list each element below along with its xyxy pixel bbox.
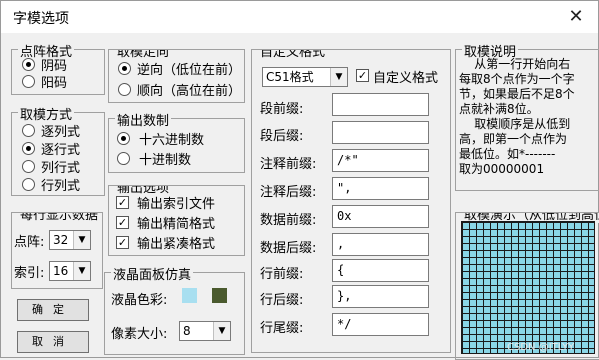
radio-column-row-label: 列行式 bbox=[41, 161, 81, 176]
radio-row-column-label: 行列式 bbox=[41, 179, 81, 194]
check-compact-tight-label: 输出紧凑格式 bbox=[137, 237, 216, 252]
radio-reverse-label: 逆向（低位在前） bbox=[137, 63, 242, 78]
per-line-title: 每行显示数据 bbox=[18, 213, 101, 223]
data-suffix-input[interactable]: , bbox=[332, 233, 429, 256]
radio-by-row[interactable] bbox=[22, 142, 35, 155]
check-index-file[interactable]: ✓ bbox=[116, 196, 129, 209]
radio-by-column-label: 逐列式 bbox=[41, 125, 81, 140]
radio-reverse[interactable] bbox=[118, 62, 131, 75]
custom-format-title: 自定义格式 bbox=[258, 50, 328, 60]
chevron-down-icon: ▼ bbox=[73, 262, 90, 280]
radio-negative[interactable] bbox=[22, 58, 35, 71]
title-bar: 字模选项 ✕ bbox=[1, 1, 598, 33]
chevron-down-icon: ▼ bbox=[73, 231, 90, 249]
radio-by-column[interactable] bbox=[22, 124, 35, 137]
field-label-data-suffix: 数据后缀: bbox=[260, 241, 317, 256]
seg-suffix-input[interactable] bbox=[332, 121, 429, 144]
dot-count-value: 32 bbox=[53, 233, 69, 247]
lcd-color-label: 液晶色彩: bbox=[111, 293, 168, 308]
line-prefix-input[interactable]: { bbox=[332, 259, 429, 282]
ok-button[interactable]: 确定 bbox=[17, 299, 89, 321]
radio-forward[interactable] bbox=[118, 83, 131, 96]
field-label-line-suffix: 行后缀: bbox=[260, 293, 304, 308]
watermark: CSDN @ITLYY bbox=[507, 342, 575, 353]
check-compact-tight[interactable]: ✓ bbox=[116, 236, 129, 249]
radio-row-column[interactable] bbox=[22, 178, 35, 191]
format-select[interactable]: C51格式 ▼ bbox=[262, 67, 348, 87]
scan-demo-grid bbox=[461, 221, 595, 354]
pixel-size-value: 8 bbox=[183, 324, 191, 338]
radio-column-row[interactable] bbox=[22, 160, 35, 173]
radio-positive[interactable] bbox=[22, 75, 35, 88]
field-label-data-prefix: 数据前缀: bbox=[260, 213, 317, 228]
index-count-select[interactable]: 16 ▼ bbox=[49, 261, 91, 281]
dot-count-select[interactable]: 32 ▼ bbox=[49, 230, 91, 250]
dot-count-label: 点阵: bbox=[14, 235, 45, 250]
comment-suffix-input[interactable]: ", bbox=[332, 177, 429, 200]
window-title: 字模选项 bbox=[13, 11, 69, 27]
pixel-size-label: 像素大小: bbox=[111, 327, 168, 342]
lcd-background-swatch[interactable] bbox=[182, 288, 197, 303]
seg-prefix-input[interactable] bbox=[332, 93, 429, 116]
check-compact-simple[interactable]: ✓ bbox=[116, 216, 129, 229]
radio-by-row-label: 逐行式 bbox=[41, 143, 81, 158]
check-compact-simple-label: 输出精简格式 bbox=[137, 217, 216, 232]
scan-desc-text: 从第一行开始向右 每取8个点作为一个字 节，如果最后不足8个 点就补满8位。 取… bbox=[459, 57, 575, 176]
field-label-seg-prefix: 段前缀: bbox=[260, 102, 304, 117]
field-label-line-tail: 行尾缀: bbox=[260, 321, 304, 336]
scan-direction-clip: 逆向（低位在前） 顺向（高位在前） bbox=[109, 55, 243, 99]
radio-dec-label: 十进制数 bbox=[139, 153, 192, 168]
radio-hex-label: 十六进制数 bbox=[139, 133, 205, 148]
lcd-sim-group: 液晶面板仿真 bbox=[104, 264, 245, 355]
field-label-comment-suffix: 注释后缀: bbox=[260, 185, 317, 200]
close-icon[interactable]: ✕ bbox=[564, 5, 588, 29]
lcd-sim-title: 液晶面板仿真 bbox=[111, 264, 194, 283]
data-prefix-input[interactable]: 0x bbox=[332, 205, 429, 228]
check-custom-format[interactable]: ✓ bbox=[356, 69, 369, 82]
custom-check-clip: 自定义格式 bbox=[373, 66, 445, 86]
cancel-button[interactable]: 取消 bbox=[17, 331, 89, 353]
dialog-window: 字模选项 ✕ 点阵格式 阴码 阳码 取模方式 逐列式 逐行式 列行式 行列式 每… bbox=[0, 0, 599, 360]
radio-hex[interactable] bbox=[117, 132, 130, 145]
output-options-clip: ✓ 输出索引文件 ✓ 输出精简格式 ✓ 输出紧凑格式 bbox=[109, 191, 243, 253]
radio-forward-label: 顺向（高位在前） bbox=[137, 84, 242, 99]
comment-prefix-input[interactable]: /*" bbox=[332, 149, 429, 172]
check-index-file-label: 输出索引文件 bbox=[137, 197, 216, 212]
chevron-down-icon: ▼ bbox=[330, 68, 347, 86]
line-suffix-input[interactable]: }, bbox=[332, 285, 429, 308]
radio-dec[interactable] bbox=[117, 152, 130, 165]
format-value: C51格式 bbox=[266, 70, 314, 84]
check-custom-format-label: 自定义格式 bbox=[373, 71, 439, 86]
index-count-value: 16 bbox=[53, 264, 69, 278]
field-label-seg-suffix: 段后缀: bbox=[260, 129, 304, 144]
field-label-line-prefix: 行前缀: bbox=[260, 267, 304, 282]
field-label-comment-prefix: 注释前缀: bbox=[260, 157, 317, 172]
lcd-foreground-swatch[interactable] bbox=[212, 288, 227, 303]
radio-positive-label: 阳码 bbox=[41, 76, 68, 91]
chevron-down-icon: ▼ bbox=[213, 322, 230, 340]
pixel-size-select[interactable]: 8 ▼ bbox=[179, 321, 231, 341]
line-tail-input[interactable]: */ bbox=[332, 313, 429, 336]
output-radix-title: 输出数制 bbox=[115, 110, 172, 129]
index-count-label: 索引: bbox=[14, 266, 45, 281]
